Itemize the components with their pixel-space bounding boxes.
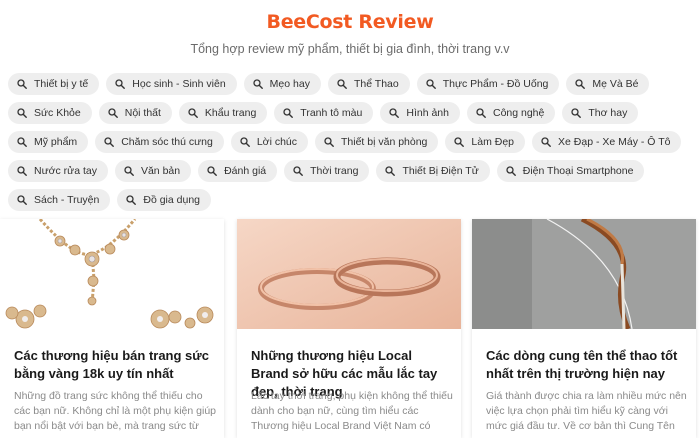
- tag-label: Thiết bị y tế: [34, 78, 89, 90]
- tag-chip[interactable]: Thiết Bị Điện Tử: [376, 160, 490, 182]
- tag-chip[interactable]: Xe Đạp - Xe Máy - Ô Tô: [532, 131, 682, 153]
- search-icon: [476, 108, 486, 118]
- search-icon: [188, 108, 198, 118]
- tag-label: Thiết bị văn phòng: [341, 136, 428, 148]
- gold-necklace-jewelry-image[interactable]: [0, 219, 224, 329]
- tag-chip[interactable]: Sức Khỏe: [8, 102, 92, 124]
- tag-label: Đánh giá: [224, 165, 267, 177]
- article-title[interactable]: Các dòng cung tên thể thao tốt nhất trên…: [486, 347, 688, 383]
- search-icon: [337, 79, 347, 89]
- tag-chip[interactable]: Thời trang: [284, 160, 370, 182]
- tag-label: Công nghệ: [492, 107, 545, 119]
- tag-label: Thực Phẩm - Đồ Uống: [442, 78, 549, 90]
- tag-label: Nội thất: [124, 107, 161, 119]
- tag-label: Khẩu trang: [204, 107, 257, 119]
- article-card[interactable]: Các thương hiệu bán trang sức bằng vàng …: [0, 219, 224, 438]
- tag-chip[interactable]: Đánh giá: [198, 160, 278, 182]
- tag-chip[interactable]: Mẹo hay: [243, 73, 321, 95]
- tag-chip[interactable]: Mẹ Và Bé: [566, 73, 650, 95]
- article-card[interactable]: Các dòng cung tên thể thao tốt nhất trên…: [472, 219, 696, 438]
- article-excerpt: Giá thành được chia ra làm nhiều mức nên…: [486, 390, 687, 432]
- search-icon: [454, 137, 465, 147]
- tag-label: Điện Thoại Smartphone: [522, 165, 634, 177]
- tag-chip[interactable]: Thực Phẩm - Đồ Uống: [416, 73, 560, 95]
- article-card[interactable]: Những thương hiệu Local Brand sở hữu các…: [237, 219, 461, 438]
- tag-chip[interactable]: Học sinh - Sinh viên: [106, 73, 237, 95]
- tag-label: Văn bản: [140, 165, 181, 177]
- tag-chip[interactable]: Lời chúc: [230, 131, 308, 153]
- search-icon: [571, 108, 582, 118]
- tag-chip[interactable]: Làm Đẹp: [445, 131, 526, 153]
- tag-label: Mẹo hay: [269, 78, 310, 90]
- search-icon: [17, 166, 27, 176]
- search-icon: [541, 137, 551, 147]
- tag-chip[interactable]: Đồ gia dụng: [117, 189, 212, 211]
- search-icon: [207, 166, 217, 176]
- tag-label: Chăm sóc thú cưng: [121, 136, 213, 148]
- tag-chip[interactable]: Văn bản: [114, 160, 192, 182]
- rose-gold-bracelets-image[interactable]: [237, 219, 461, 329]
- search-icon: [115, 79, 126, 89]
- search-icon: [17, 195, 27, 205]
- search-icon: [389, 108, 400, 118]
- article-excerpt: Lắc tay thời trang, phụ kiện không thể t…: [251, 390, 453, 432]
- search-icon: [283, 108, 294, 118]
- search-icon: [17, 79, 27, 89]
- tag-label: Làm Đẹp: [471, 136, 515, 148]
- search-icon: [506, 166, 516, 176]
- search-icon: [124, 166, 134, 176]
- tag-chip[interactable]: Thiết bị văn phòng: [315, 131, 439, 153]
- tag-label: Mỹ phẩm: [34, 136, 78, 148]
- search-icon: [385, 166, 396, 176]
- tag-chip[interactable]: Thể Thao: [327, 73, 410, 95]
- tag-chip[interactable]: Nội thất: [98, 102, 172, 124]
- tag-label: Mẹ Và Bé: [592, 78, 639, 90]
- tag-label: Nước rửa tay: [34, 165, 97, 177]
- search-icon: [104, 137, 115, 147]
- tag-label: Học sinh - Sinh viên: [132, 78, 226, 90]
- tag-chip[interactable]: Thiết bị y tế: [8, 73, 100, 95]
- tag-label: Hình ảnh: [406, 107, 449, 119]
- tag-label: Xe Đạp - Xe Máy - Ô Tô: [558, 136, 671, 148]
- site-title[interactable]: BeeCost Review: [0, 11, 700, 33]
- search-icon: [575, 79, 586, 89]
- tag-chip[interactable]: Chăm sóc thú cưng: [95, 131, 224, 153]
- tag-label: Thiết Bị Điện Tử: [402, 165, 479, 177]
- tag-chip[interactable]: Nước rửa tay: [8, 160, 108, 182]
- tag-label: Tranh tô màu: [300, 107, 363, 119]
- tag-label: Thể Thao: [353, 78, 399, 90]
- tag-chip[interactable]: Điện Thoại Smartphone: [496, 160, 645, 182]
- search-icon: [426, 79, 436, 89]
- tag-label: Lời chúc: [256, 136, 297, 148]
- article-title[interactable]: Các thương hiệu bán trang sức bằng vàng …: [14, 347, 216, 383]
- tag-chip[interactable]: Công nghệ: [466, 102, 556, 124]
- search-icon: [324, 137, 334, 147]
- tag-label: Sức Khỏe: [34, 107, 81, 119]
- tag-chip[interactable]: Thơ hay: [562, 102, 639, 124]
- search-icon: [17, 108, 27, 118]
- recurve-bow-image[interactable]: [472, 219, 696, 329]
- tag-label: Thơ hay: [588, 107, 628, 119]
- tag-chip[interactable]: Khẩu trang: [178, 102, 268, 124]
- search-icon: [17, 137, 27, 147]
- article-excerpt: Những đồ trang sức không thể thiếu cho c…: [14, 390, 216, 432]
- tag-label: Sách - Truyện: [34, 194, 100, 206]
- search-icon: [253, 79, 263, 89]
- tag-label: Đồ gia dụng: [143, 194, 201, 206]
- tag-chip[interactable]: Hình ảnh: [380, 102, 460, 124]
- search-icon: [240, 137, 250, 147]
- tag-chip[interactable]: Sách - Truyện: [8, 189, 111, 211]
- search-icon: [108, 108, 118, 118]
- site-subtitle: Tổng hợp review mỹ phẩm, thiết bị gia đì…: [190, 42, 510, 56]
- article-list: Các thương hiệu bán trang sức bằng vàng …: [0, 219, 700, 438]
- tag-chip[interactable]: Tranh tô màu: [274, 102, 374, 124]
- search-icon: [293, 166, 304, 176]
- tag-list: Thiết bị y tế Học sinh - Sinh viên Mẹo hay…: [8, 73, 698, 211]
- tag-chip[interactable]: Mỹ phẩm: [8, 131, 89, 153]
- tag-label: Thời trang: [310, 165, 359, 177]
- search-icon: [126, 195, 137, 205]
